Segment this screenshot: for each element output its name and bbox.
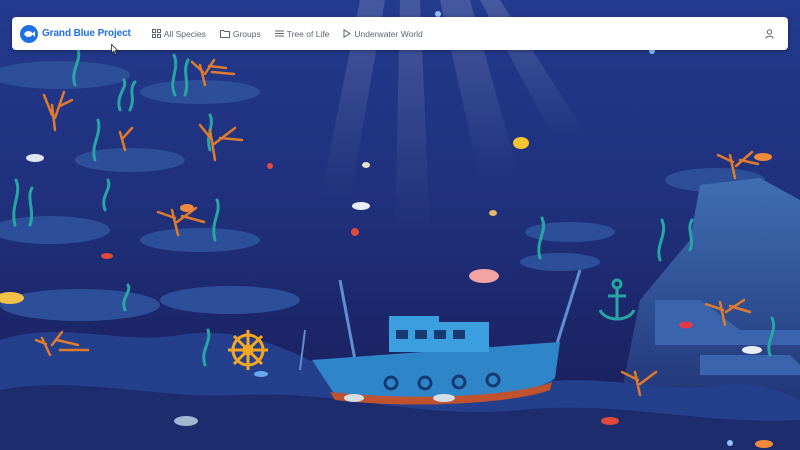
user-account-button[interactable] xyxy=(765,28,774,39)
fish xyxy=(433,394,455,402)
fish xyxy=(101,253,113,259)
nav-groups[interactable]: Groups xyxy=(219,28,261,39)
list-icon xyxy=(274,30,284,37)
nav-label: All Species xyxy=(163,28,206,39)
fish xyxy=(362,162,370,168)
brand-name: Grand Blue Project xyxy=(42,28,131,39)
fish xyxy=(26,154,44,162)
folder-icon xyxy=(219,30,230,38)
shell xyxy=(267,163,273,169)
fish xyxy=(601,417,619,425)
fish xyxy=(352,202,370,210)
bubble xyxy=(727,440,733,446)
grid-icon xyxy=(151,29,161,38)
fish xyxy=(180,204,194,212)
brand-link[interactable]: Grand Blue Project xyxy=(20,24,131,43)
ship-wheel xyxy=(228,330,268,370)
top-navbar: Grand Blue Project All Species Groups Tr… xyxy=(12,17,788,50)
sea-star xyxy=(351,228,359,236)
fish xyxy=(344,394,364,402)
fish xyxy=(254,371,268,377)
fish xyxy=(755,440,773,448)
fish xyxy=(513,137,529,149)
nav-underwater-world[interactable]: Underwater World xyxy=(343,28,423,39)
fish xyxy=(174,416,198,426)
fish xyxy=(742,346,762,354)
nav-label: Underwater World xyxy=(354,28,423,39)
nav-label: Groups xyxy=(232,28,261,39)
play-icon xyxy=(343,29,352,38)
nav-tree-of-life[interactable]: Tree of Life xyxy=(274,28,330,39)
mouse-cursor-icon xyxy=(111,44,119,56)
fish xyxy=(754,153,772,161)
fish xyxy=(489,210,497,216)
nav-label: Tree of Life xyxy=(286,28,330,39)
nav-all-species[interactable]: All Species xyxy=(151,28,206,39)
underwater-scene xyxy=(0,0,800,450)
fish xyxy=(469,269,499,283)
fish xyxy=(679,321,693,329)
fish-logo-icon xyxy=(20,24,38,43)
user-icon xyxy=(765,28,774,39)
